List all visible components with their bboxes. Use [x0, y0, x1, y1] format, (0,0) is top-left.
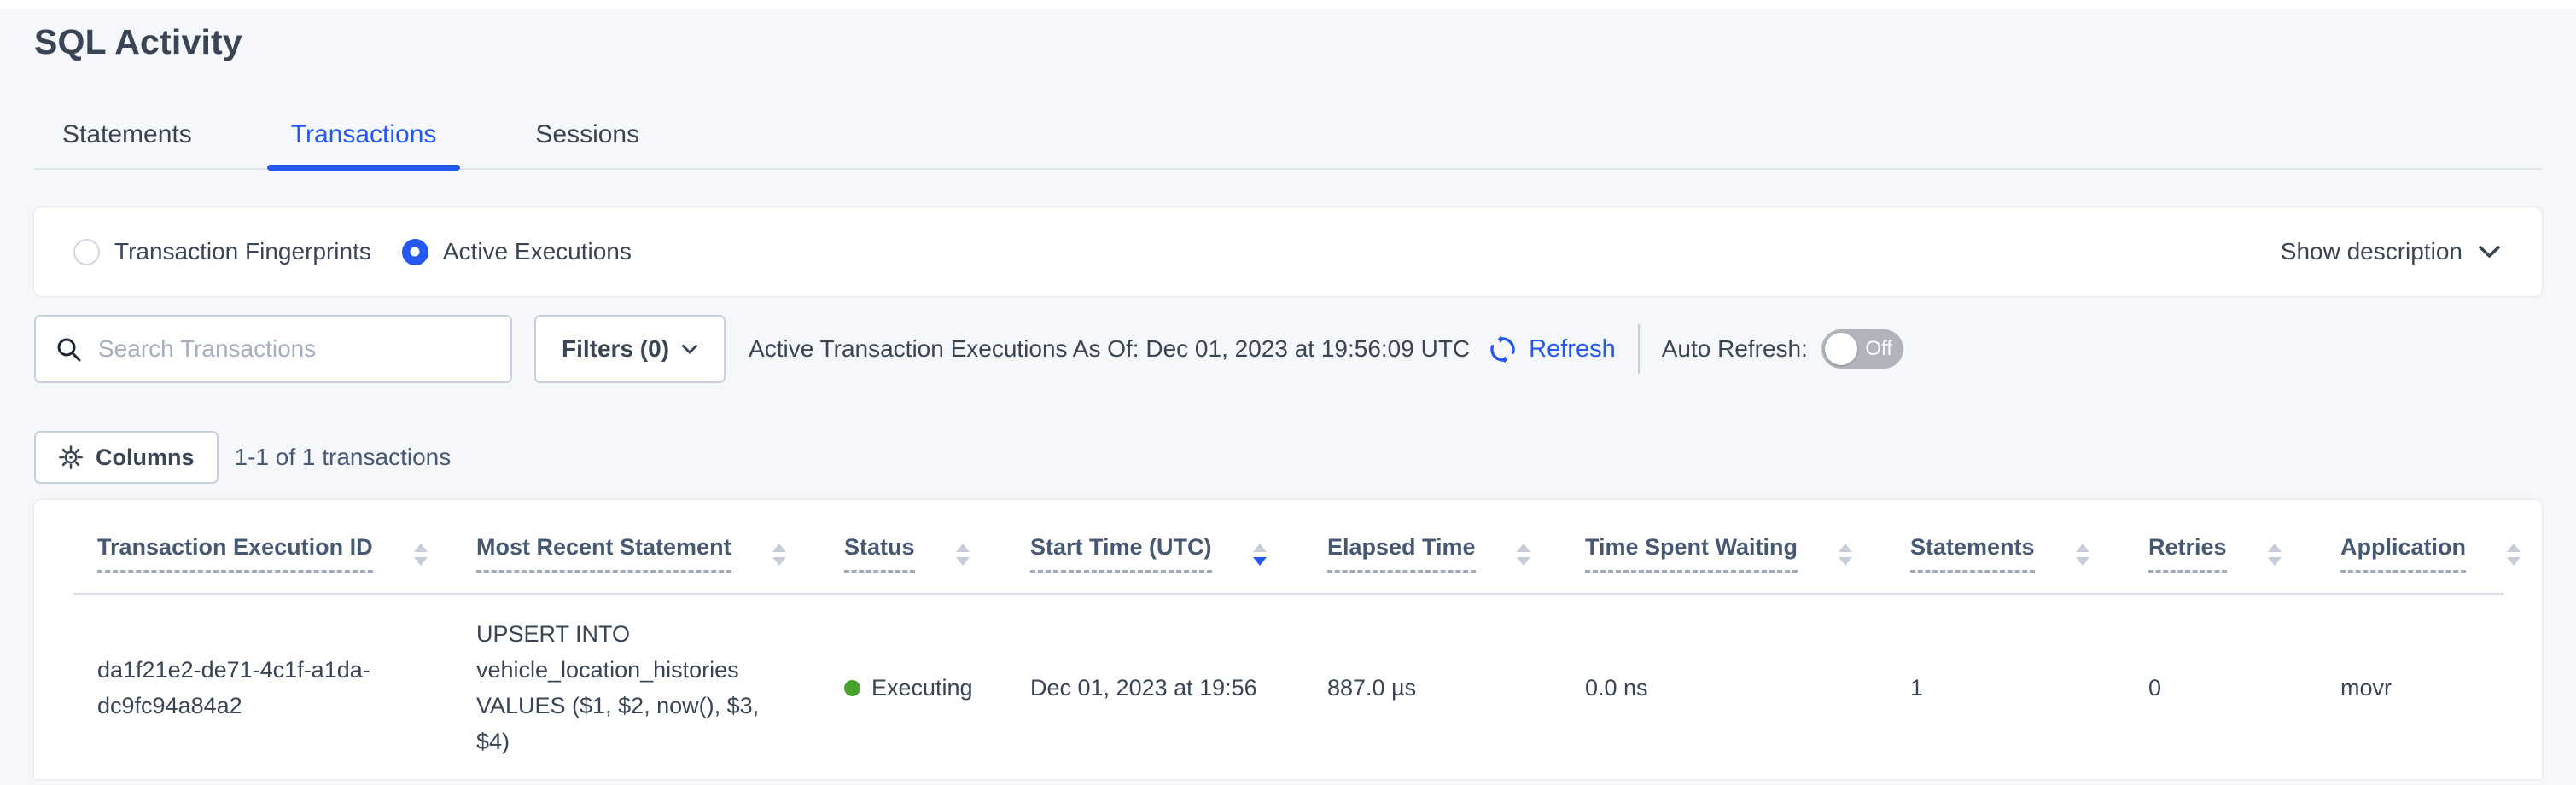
- col-header-transaction-execution-id[interactable]: Transaction Execution ID: [73, 500, 452, 594]
- tab-sessions[interactable]: Sessions: [511, 120, 663, 168]
- top-strip: [0, 0, 2576, 9]
- page-title: SQL Activity: [34, 22, 2542, 62]
- radio-transaction-fingerprints[interactable]: Transaction Fingerprints: [73, 238, 371, 265]
- col-header-elapsed-time[interactable]: Elapsed Time: [1303, 500, 1561, 594]
- chevron-down-icon: [2478, 245, 2501, 259]
- cell-status: Executing: [820, 594, 1006, 779]
- radio-circle-icon: [402, 239, 428, 265]
- status-executing-dot-icon: [844, 680, 860, 696]
- auto-refresh-toggle[interactable]: Off: [1821, 329, 1903, 369]
- radio-active-executions[interactable]: Active Executions: [402, 238, 632, 265]
- col-header-statements[interactable]: Statements: [1886, 500, 2124, 594]
- sort-icon: [2507, 544, 2521, 573]
- sort-icon: [1517, 544, 1530, 573]
- chevron-down-icon: [681, 344, 698, 355]
- cell-execution-id: da1f21e2-de71-4c1f-a1da-dc9fc94a84a2: [73, 594, 452, 779]
- col-header-most-recent-statement[interactable]: Most Recent Statement: [452, 500, 820, 594]
- sort-icon: [1839, 544, 1852, 573]
- toolbar-divider: [1638, 324, 1640, 374]
- cell-elapsed-time: 887.0 µs: [1303, 594, 1561, 779]
- cell-start-time: Dec 01, 2023 at 19:56: [1006, 594, 1303, 779]
- sql-activity-page: SQL Activity Statements Transactions Ses…: [0, 22, 2576, 779]
- tab-transactions[interactable]: Transactions: [267, 120, 461, 168]
- transactions-toolbar: Filters (0) Active Transaction Execution…: [34, 315, 2542, 383]
- search-input[interactable]: [98, 335, 492, 363]
- sort-icon: [2268, 544, 2282, 573]
- transactions-table-card: Transaction Execution ID Most Recent Sta…: [34, 500, 2542, 779]
- table-controls: Columns 1-1 of 1 transactions: [34, 431, 2542, 484]
- col-header-retries[interactable]: Retries: [2124, 500, 2317, 594]
- sort-icon: [1253, 544, 1267, 573]
- sort-icon: [772, 544, 786, 573]
- cell-statements: 1: [1886, 594, 2124, 779]
- search-icon: [55, 335, 83, 363]
- transactions-table: Transaction Execution ID Most Recent Sta…: [73, 500, 2504, 779]
- as-of-timestamp: Active Transaction Executions As Of: Dec…: [749, 335, 1470, 363]
- cell-retries: 0: [2124, 594, 2317, 779]
- gear-icon: [58, 445, 84, 470]
- col-header-time-spent-waiting[interactable]: Time Spent Waiting: [1561, 500, 1886, 594]
- col-header-application[interactable]: Application: [2317, 500, 2504, 594]
- cell-most-recent-statement: UPSERT INTO vehicle_location_histories V…: [452, 594, 820, 779]
- view-options-card: Transaction Fingerprints Active Executio…: [34, 207, 2542, 296]
- tab-bar: Statements Transactions Sessions: [34, 113, 2542, 170]
- view-mode-radio-group: Transaction Fingerprints Active Executio…: [73, 238, 632, 265]
- table-header-row: Transaction Execution ID Most Recent Sta…: [73, 500, 2504, 594]
- radio-circle-icon: [73, 239, 100, 265]
- col-header-start-time[interactable]: Start Time (UTC): [1006, 500, 1303, 594]
- toggle-state-label: Off: [1865, 337, 1892, 361]
- results-count: 1-1 of 1 transactions: [235, 444, 452, 471]
- toggle-knob: [1825, 333, 1857, 365]
- cell-application: movr: [2317, 594, 2504, 779]
- columns-button[interactable]: Columns: [34, 431, 219, 484]
- refresh-button[interactable]: Refresh: [1487, 334, 1616, 365]
- auto-refresh-label: Auto Refresh:: [1662, 335, 1808, 363]
- search-box[interactable]: [34, 315, 512, 383]
- show-description-toggle[interactable]: Show description: [2281, 238, 2501, 265]
- col-header-status[interactable]: Status: [820, 500, 1006, 594]
- sort-icon: [2076, 544, 2089, 573]
- filters-button[interactable]: Filters (0): [534, 315, 726, 383]
- table-row: da1f21e2-de71-4c1f-a1da-dc9fc94a84a2 UPS…: [73, 594, 2504, 779]
- show-description-label: Show description: [2281, 238, 2462, 265]
- cell-time-spent-waiting: 0.0 ns: [1561, 594, 1886, 779]
- status-label: Executing: [871, 671, 973, 706]
- sort-icon: [956, 544, 970, 573]
- sort-icon: [414, 544, 428, 573]
- tab-statements[interactable]: Statements: [38, 120, 216, 168]
- refresh-icon: [1487, 334, 1518, 365]
